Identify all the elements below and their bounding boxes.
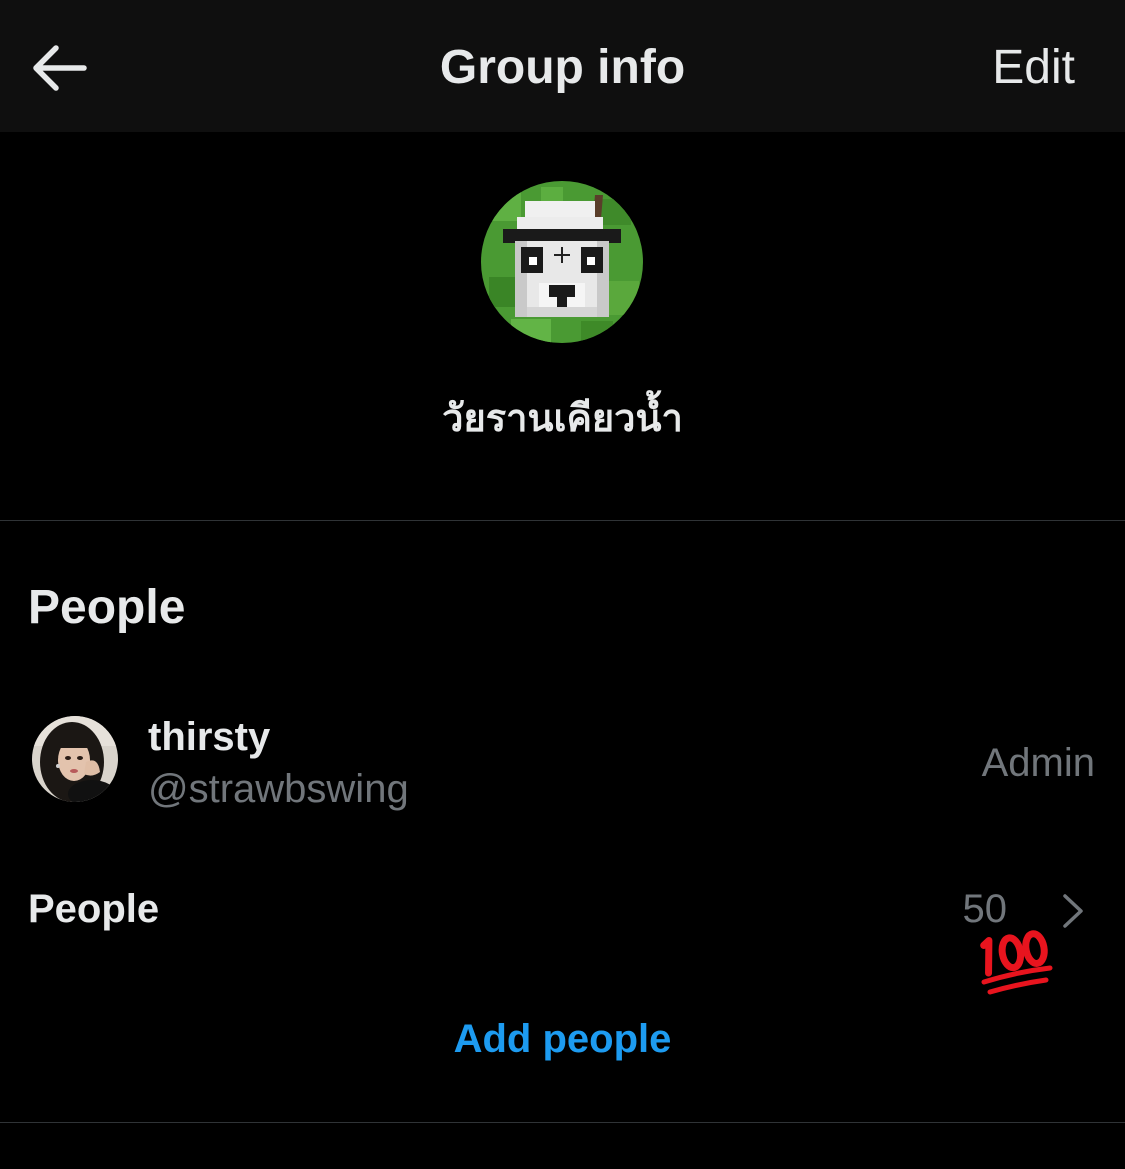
group-name: วัยรานเคียวน้ำ xyxy=(442,396,683,440)
arrow-left-icon[interactable] xyxy=(30,38,90,98)
chevron-right-icon xyxy=(1063,894,1083,928)
add-people-button[interactable]: Add people xyxy=(454,1017,672,1061)
member-row[interactable]: thirsty @strawbswing Admin xyxy=(0,700,1125,820)
section-divider xyxy=(0,520,1125,521)
member-role-badge: Admin xyxy=(981,741,1095,785)
edit-button[interactable]: Edit xyxy=(992,38,1075,98)
panda-pixel-avatar-icon xyxy=(481,181,643,343)
bottom-divider xyxy=(0,1122,1125,1123)
user-photo-avatar-icon xyxy=(32,716,118,802)
member-display-name: thirsty xyxy=(148,715,271,759)
group-avatar[interactable] xyxy=(481,181,643,343)
people-count-row[interactable]: People 50 xyxy=(0,870,1125,950)
page-title: Group info xyxy=(439,41,686,94)
avatar[interactable] xyxy=(32,716,118,802)
people-section-heading: People xyxy=(28,581,186,634)
header-bar: Group info Edit xyxy=(0,0,1125,132)
people-row-label: People xyxy=(28,887,160,931)
hundred-points-emoji-icon xyxy=(980,930,1053,995)
add-people-container: Add people xyxy=(0,1015,1125,1063)
back-button[interactable] xyxy=(30,38,90,98)
member-handle: @strawbswing xyxy=(148,767,409,811)
